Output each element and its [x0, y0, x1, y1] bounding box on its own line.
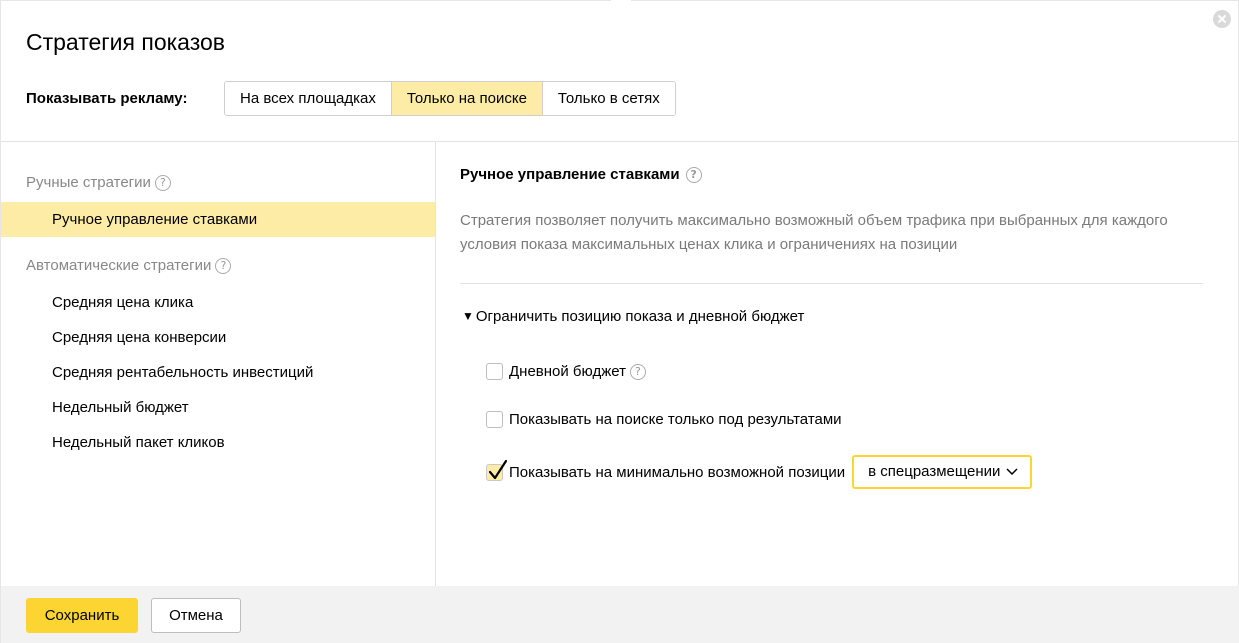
position-select-value: в спецразмещении	[868, 463, 1001, 480]
daily-budget-option: Дневной бюджет ?	[486, 363, 646, 380]
auto-strategies-group: Автоматические стратегии?	[26, 257, 232, 274]
limits-expander-label: Ограничить позицию показа и дневной бюдж…	[475, 308, 805, 325]
dialog-footer: Сохранить Отмена	[1, 586, 1239, 643]
below-results-option: Показывать на поиске только под результа…	[486, 411, 842, 428]
strategy-item-weekly-clicks[interactable]: Недельный пакет кликов	[1, 425, 435, 460]
strategy-dialog: Стратегия показов Показывать рекламу: На…	[0, 0, 1239, 643]
min-position-option: Показывать на минимально возможной позиц…	[486, 455, 1033, 489]
strategy-item-weekly-budget[interactable]: Недельный бюджет	[1, 390, 435, 425]
show-ads-segmented-control: На всех площадках Только на поиске Тольк…	[224, 81, 676, 116]
daily-budget-checkbox[interactable]	[486, 363, 503, 380]
strategy-item-avg-cpc[interactable]: Средняя цена клика	[1, 285, 435, 320]
help-icon[interactable]: ?	[154, 175, 171, 191]
manual-strategies-label: Ручные стратегии	[26, 174, 151, 191]
min-position-checkbox[interactable]	[486, 459, 508, 481]
strategy-item-manual-bids[interactable]: Ручное управление ставками	[1, 202, 435, 237]
help-icon[interactable]: ?	[629, 363, 646, 380]
min-position-label[interactable]: Показывать на минимально возможной позиц…	[509, 464, 845, 481]
daily-budget-label[interactable]: Дневной бюджет	[509, 363, 626, 380]
details-divider	[460, 283, 1203, 284]
help-icon[interactable]: ?	[685, 167, 702, 183]
strategy-list: Ручные стратегии? Ручное управление став…	[1, 142, 435, 586]
save-button[interactable]: Сохранить	[26, 598, 138, 633]
auto-strategies-label: Автоматические стратегии	[26, 257, 212, 274]
dialog-title: Стратегия показов	[26, 29, 226, 55]
show-ads-label: Показывать рекламу:	[26, 90, 188, 107]
help-icon[interactable]: ?	[215, 258, 232, 274]
strategy-item-avg-roi[interactable]: Средняя рентабельность инвестиций	[1, 355, 435, 390]
show-ads-networks-only-button[interactable]: Только в сетях	[542, 82, 675, 115]
cancel-button[interactable]: Отмена	[151, 598, 241, 633]
show-ads-all-platforms-button[interactable]: На всех площадках	[225, 82, 392, 115]
manual-strategies-group: Ручные стратегии?	[26, 174, 171, 191]
below-results-label[interactable]: Показывать на поиске только под результа…	[509, 411, 842, 428]
checkmark-icon	[488, 459, 508, 479]
limits-expander[interactable]: ▼ Ограничить позицию показа и дневной бюд…	[462, 308, 804, 325]
close-icon[interactable]	[1213, 10, 1231, 28]
strategy-description: Стратегия позволяет получить максимально…	[460, 212, 1168, 253]
strategy-title-label: Ручное управление ставками	[460, 166, 680, 183]
triangle-down-icon: ▼	[462, 309, 474, 323]
chevron-down-icon	[1006, 468, 1018, 476]
top-edge-notch	[611, 0, 631, 3]
position-select[interactable]: в спецразмещении	[852, 455, 1033, 489]
strategy-item-avg-cpa[interactable]: Средняя цена конверсии	[1, 320, 435, 355]
below-results-checkbox[interactable]	[486, 411, 503, 428]
show-ads-search-only-button[interactable]: Только на поиске	[391, 82, 543, 115]
strategy-title: Ручное управление ставками?	[460, 166, 702, 183]
strategy-details: Ручное управление ставками? Стратегия по…	[436, 142, 1239, 586]
